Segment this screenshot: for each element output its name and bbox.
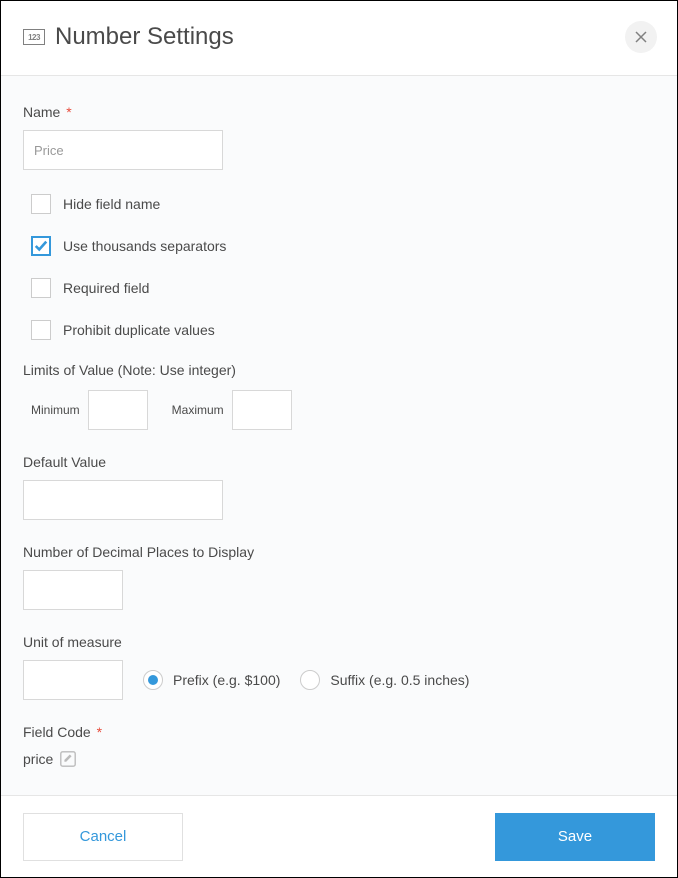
- limits-label: Limits of Value (Note: Use integer): [23, 362, 655, 378]
- edit-icon[interactable]: [59, 750, 77, 768]
- field-code-label: Field Code *: [23, 724, 655, 740]
- dialog-header: 123 Number Settings: [1, 1, 677, 76]
- maximum-input[interactable]: [232, 390, 292, 430]
- required-star: *: [62, 104, 71, 120]
- unit-input[interactable]: [23, 660, 123, 700]
- close-button[interactable]: [625, 21, 657, 53]
- suffix-radio[interactable]: [300, 670, 320, 690]
- default-value-label: Default Value: [23, 454, 655, 470]
- prohibit-duplicates-checkbox[interactable]: [31, 320, 51, 340]
- decimal-places-group: Number of Decimal Places to Display: [23, 544, 655, 610]
- hide-field-name-row: Hide field name: [23, 194, 655, 214]
- number-icon: 123: [23, 29, 45, 45]
- prefix-radio-label: Prefix (e.g. $100): [173, 672, 280, 688]
- required-field-checkbox[interactable]: [31, 278, 51, 298]
- unit-group: Unit of measure Prefix (e.g. $100) Suffi…: [23, 634, 655, 700]
- minimum-input[interactable]: [88, 390, 148, 430]
- field-code-value: price: [23, 751, 53, 767]
- dialog-title: Number Settings: [55, 23, 234, 51]
- maximum-label: Maximum: [172, 403, 224, 417]
- name-input[interactable]: [23, 130, 223, 170]
- cancel-button[interactable]: Cancel: [23, 813, 183, 861]
- name-label: Name *: [23, 104, 655, 120]
- required-field-row: Required field: [23, 278, 655, 298]
- name-field-group: Name *: [23, 104, 655, 170]
- dialog-body: Name * Hide field name Use thousands sep…: [1, 76, 677, 808]
- suffix-radio-label: Suffix (e.g. 0.5 inches): [330, 672, 469, 688]
- thousands-separators-label: Use thousands separators: [63, 238, 226, 254]
- unit-label: Unit of measure: [23, 634, 655, 650]
- required-field-label: Required field: [63, 280, 149, 296]
- dialog-footer: Cancel Save: [1, 795, 677, 877]
- hide-field-name-label: Hide field name: [63, 196, 160, 212]
- close-icon: [635, 31, 647, 43]
- prohibit-duplicates-row: Prohibit duplicate values: [23, 320, 655, 340]
- default-value-group: Default Value: [23, 454, 655, 520]
- hide-field-name-checkbox[interactable]: [31, 194, 51, 214]
- required-star: *: [93, 724, 102, 740]
- decimal-places-input[interactable]: [23, 570, 123, 610]
- limits-field-group: Limits of Value (Note: Use integer) Mini…: [23, 362, 655, 430]
- save-button[interactable]: Save: [495, 813, 655, 861]
- thousands-separators-checkbox[interactable]: [31, 236, 51, 256]
- prohibit-duplicates-label: Prohibit duplicate values: [63, 322, 215, 338]
- prefix-radio[interactable]: [143, 670, 163, 690]
- default-value-input[interactable]: [23, 480, 223, 520]
- field-code-group: Field Code * price: [23, 724, 655, 768]
- decimal-places-label: Number of Decimal Places to Display: [23, 544, 655, 560]
- minimum-label: Minimum: [31, 403, 80, 417]
- thousands-separators-row: Use thousands separators: [23, 236, 655, 256]
